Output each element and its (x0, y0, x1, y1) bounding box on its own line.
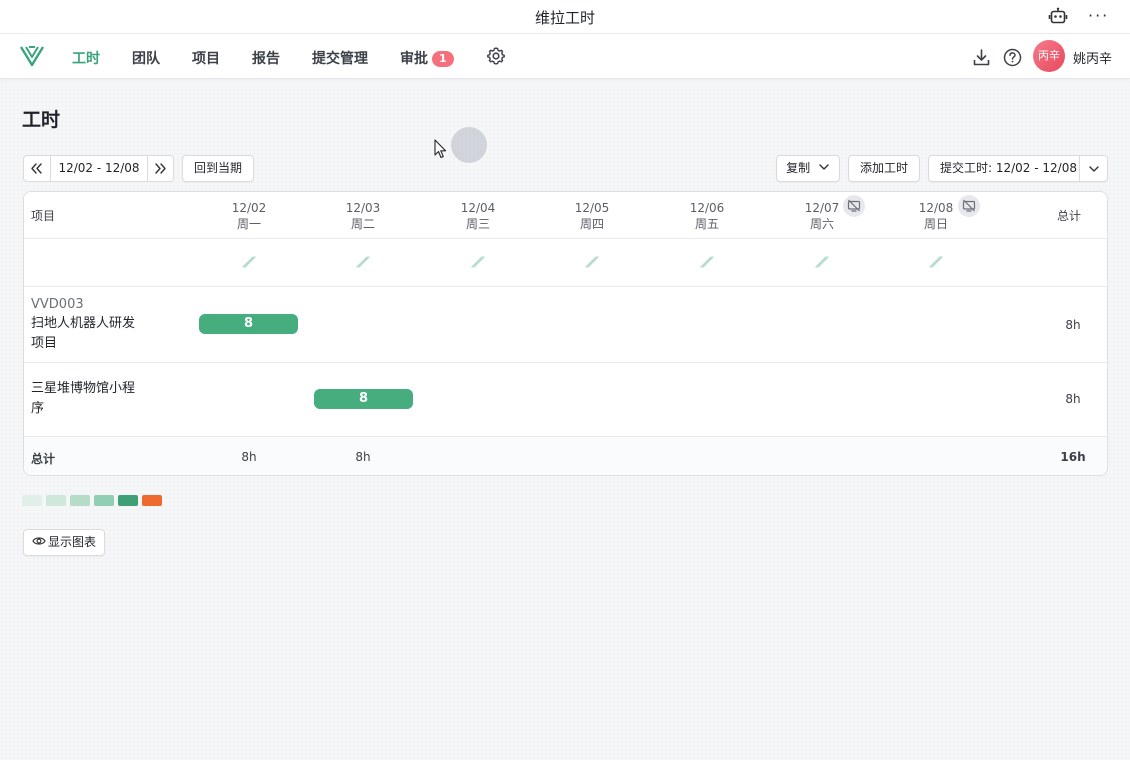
day-date: 12/08 (918, 201, 954, 215)
day-total: 8h (355, 450, 371, 464)
pencil-icon[interactable] (585, 256, 599, 268)
prev-week-button[interactable] (24, 156, 50, 181)
day-header-thu: 12/05 周四 (572, 200, 612, 232)
back-to-current-button[interactable]: 回到当期 (182, 155, 254, 182)
legend-swatch (70, 495, 90, 506)
time-entry-bar[interactable]: 8 (199, 314, 298, 334)
pencil-icon[interactable] (700, 256, 714, 268)
day-weekday: 周三 (465, 217, 490, 231)
day-weekday: 周一 (236, 217, 261, 231)
legend-swatch (118, 495, 138, 506)
day-weekday: 周四 (579, 217, 604, 231)
footer-row (24, 437, 1107, 475)
divider (24, 286, 1107, 287)
day-header-wed: 12/04 周三 (458, 200, 498, 232)
project-code: VVD003 (31, 297, 84, 312)
no-sync-indicator[interactable] (843, 195, 865, 217)
day-date: 12/03 (345, 201, 381, 215)
day-date: 12/06 (689, 201, 725, 215)
legend-swatch (46, 495, 66, 506)
day-date: 12/05 (574, 201, 610, 215)
legend-swatch (142, 495, 162, 506)
project-name: 扫地人机器人研发项目 (31, 316, 136, 351)
pencil-icon[interactable] (929, 256, 943, 268)
nav-tab-submission[interactable]: 提交管理 (312, 48, 368, 68)
user-name[interactable]: 姚丙辛 (1073, 48, 1112, 67)
row-total: 8h (1065, 318, 1081, 332)
pencil-icon[interactable] (815, 256, 829, 268)
gear-icon[interactable] (486, 46, 506, 66)
project-name: 三星堆博物馆小程序 (31, 381, 136, 416)
day-header-tue: 12/03 周二 (343, 200, 383, 232)
day-weekday: 周六 (809, 217, 834, 231)
show-chart-label: 显示图表 (47, 535, 96, 549)
show-chart-button[interactable]: 显示图表 (23, 529, 105, 556)
divider (24, 362, 1107, 363)
day-total: 8h (241, 450, 257, 464)
day-header-fri: 12/06 周五 (687, 200, 727, 232)
pencil-icon[interactable] (356, 256, 370, 268)
double-chevron-left-icon (31, 163, 42, 174)
nav-tab-timesheet[interactable]: 工时 (72, 48, 100, 68)
date-range-selector: 12/02 - 12/08 (23, 155, 174, 182)
footer-total-label: 总计 (31, 452, 56, 466)
total-column-header: 总计 (1057, 209, 1082, 223)
no-sync-indicator[interactable] (958, 195, 980, 217)
chevron-down-icon (819, 164, 829, 170)
submit-time-label: 提交工时: 12/02 - 12/08 (940, 161, 1077, 175)
download-icon[interactable] (972, 48, 991, 67)
help-icon[interactable] (1003, 48, 1022, 67)
date-range-label[interactable]: 12/02 - 12/08 (51, 156, 147, 181)
grand-total: 16h (1060, 450, 1086, 464)
nav-tab-approval[interactable]: 审批 1 (400, 48, 454, 68)
double-chevron-right-icon (155, 163, 166, 174)
day-weekday: 周二 (350, 217, 375, 231)
legend-swatch (94, 495, 114, 506)
day-date: 12/07 (804, 201, 840, 215)
project-column-header: 项目 (31, 209, 56, 223)
robot-icon[interactable] (1048, 7, 1068, 27)
day-date: 12/04 (460, 201, 496, 215)
eye-icon (32, 537, 46, 545)
user-avatar[interactable]: 丙辛 (1033, 40, 1065, 72)
day-weekday: 周日 (923, 217, 948, 231)
chevron-down-icon[interactable] (1087, 164, 1101, 174)
nav-tab-team[interactable]: 团队 (132, 48, 160, 68)
pencil-icon[interactable] (471, 256, 485, 268)
no-sync-icon (962, 199, 976, 212)
add-time-button[interactable]: 添加工时 (848, 155, 920, 182)
mouse-cursor-icon (434, 139, 447, 159)
logo-icon[interactable] (18, 42, 46, 70)
day-date: 12/02 (231, 201, 267, 215)
divider (24, 238, 1107, 239)
approval-count-badge: 1 (432, 51, 454, 67)
timesheet-table: 项目 12/02 周一 12/03 周二 12/04 周三 12/05 周四 1… (23, 191, 1108, 476)
divider (1079, 156, 1080, 181)
row-total: 8h (1065, 392, 1081, 406)
day-header-mon: 12/02 周一 (229, 200, 269, 232)
time-entry-bar[interactable]: 8 (314, 389, 413, 409)
cursor-highlight (451, 127, 487, 163)
top-nav: 工时 团队 项目 报告 提交管理 审批 1 丙辛 姚丙辛 (0, 34, 1130, 79)
window-titlebar: 维拉工时 ··· (0, 0, 1130, 34)
more-icon[interactable]: ··· (1088, 6, 1109, 25)
nav-tab-approval-label: 审批 (400, 51, 428, 67)
submit-time-button[interactable]: 提交工时: 12/02 - 12/08 (928, 155, 1108, 182)
page-title: 工时 (22, 109, 61, 131)
day-weekday: 周五 (694, 217, 719, 231)
copy-button[interactable]: 复制 (776, 155, 840, 182)
day-header-sun: 12/08 周日 (916, 200, 956, 232)
no-sync-icon (847, 199, 861, 212)
next-week-button[interactable] (148, 156, 173, 181)
nav-tab-projects[interactable]: 项目 (192, 48, 220, 68)
copy-button-label: 复制 (786, 161, 811, 175)
nav-tab-reports[interactable]: 报告 (252, 48, 280, 68)
pencil-icon[interactable] (242, 256, 256, 268)
day-header-sat: 12/07 周六 (802, 200, 842, 232)
legend-swatch (22, 495, 42, 506)
window-title: 维拉工时 (534, 9, 595, 27)
